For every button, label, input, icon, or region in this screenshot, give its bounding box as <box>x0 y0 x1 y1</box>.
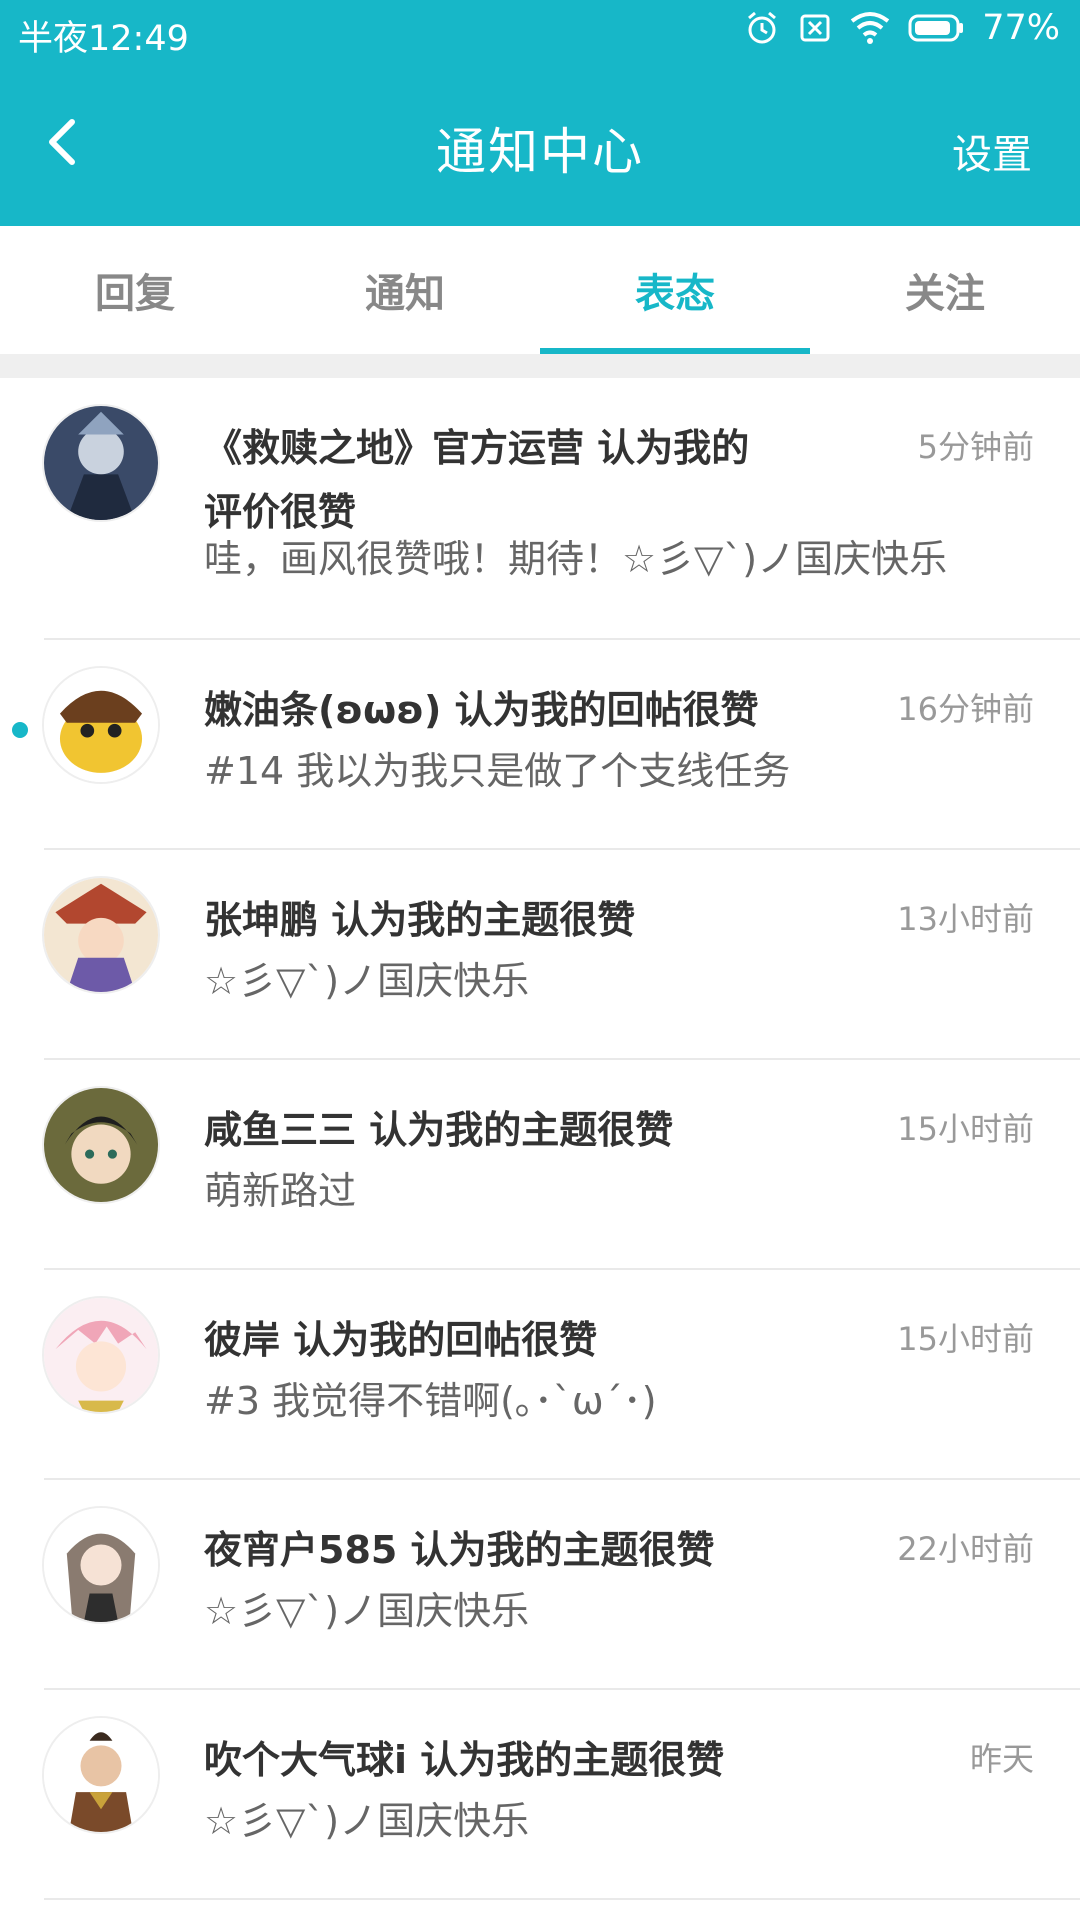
tab-notifications[interactable]: 通知 <box>270 226 540 354</box>
avatar[interactable] <box>42 404 160 522</box>
list-item[interactable]: 吹个大气球i 认为我的主题很赞 昨天 ☆彡▽`)ノ国庆快乐 <box>42 1690 1080 1900</box>
notification-time: 15小时前 <box>897 1320 1034 1358</box>
avatar[interactable] <box>42 1716 160 1834</box>
title-bar: 通知中心 设置 <box>0 86 1080 198</box>
settings-button[interactable]: 设置 <box>952 122 1032 180</box>
status-bar: 半夜12:49 77% <box>0 0 1080 60</box>
avatar[interactable] <box>42 1506 160 1624</box>
notification-headline: 《救赎之地》官方运营 认为我的评价很赞 <box>204 426 750 534</box>
notification-headline: 咸鱼三三 认为我的主题很赞 <box>204 1108 674 1152</box>
battery-icon <box>908 13 964 43</box>
notification-time: 昨天 <box>969 1740 1034 1778</box>
page-title: 通知中心 <box>436 123 644 181</box>
notification-content: #14 我以为我只是做了个支线任务 <box>204 749 791 793</box>
notification-headline: 吹个大气球i 认为我的主题很赞 <box>204 1738 725 1782</box>
avatar[interactable] <box>42 666 160 784</box>
avatar[interactable] <box>42 876 160 994</box>
tab-bar: 回复 通知 表态 关注 <box>0 226 1080 354</box>
list-item[interactable]: 咸鱼三三 认为我的主题很赞 15小时前 萌新路过 <box>42 1060 1080 1270</box>
notification-time: 13小时前 <box>897 900 1034 938</box>
notification-content: ☆彡▽`)ノ国庆快乐 <box>204 959 530 1003</box>
app-bar: 半夜12:49 77% 通知中心 设置 <box>0 0 1080 226</box>
status-icons: 77% <box>744 8 1060 48</box>
notification-headline: 夜宵户585 认为我的主题很赞 <box>204 1528 715 1572</box>
tab-replies[interactable]: 回复 <box>0 226 270 354</box>
notification-list: 《救赎之地》官方运营 认为我的评价很赞 5分钟前 哇，画风很赞哦！期待！☆彡▽`… <box>0 378 1080 1900</box>
notification-headline: 嫩油条(ʚωʚ) 认为我的回帖很赞 <box>204 688 759 732</box>
notification-time: 5分钟前 <box>917 428 1034 466</box>
notification-content: ☆彡▽`)ノ国庆快乐 <box>204 1589 530 1633</box>
list-item[interactable]: 《救赎之地》官方运营 认为我的评价很赞 5分钟前 哇，画风很赞哦！期待！☆彡▽`… <box>42 378 1080 640</box>
list-item[interactable]: 张坤鹏 认为我的主题很赞 13小时前 ☆彡▽`)ノ国庆快乐 <box>42 850 1080 1060</box>
unread-indicator <box>12 722 28 738</box>
avatar[interactable] <box>42 1086 160 1204</box>
list-item[interactable]: 嫩油条(ʚωʚ) 认为我的回帖很赞 16分钟前 #14 我以为我只是做了个支线任… <box>12 640 1080 850</box>
notification-content: 哇，画风很赞哦！期待！☆彡▽`)ノ国庆快乐 <box>204 537 948 581</box>
wifi-icon <box>850 11 890 45</box>
notification-content: #3 我觉得不错啊(｡･`ω´･) <box>204 1379 657 1423</box>
notification-time: 22小时前 <box>897 1530 1034 1568</box>
tab-reactions[interactable]: 表态 <box>540 226 810 354</box>
notification-content: ☆彡▽`)ノ国庆快乐 <box>204 1799 530 1843</box>
tab-follows[interactable]: 关注 <box>810 226 1080 354</box>
notification-time: 16分钟前 <box>897 690 1034 728</box>
section-divider <box>0 354 1080 378</box>
notification-time: 15小时前 <box>897 1110 1034 1148</box>
battery-level: 77% <box>982 8 1060 48</box>
list-item[interactable]: 彼岸 认为我的回帖很赞 15小时前 #3 我觉得不错啊(｡･`ω´･) <box>42 1270 1080 1480</box>
notification-content: 萌新路过 <box>204 1169 357 1213</box>
notification-headline: 彼岸 认为我的回帖很赞 <box>204 1318 598 1362</box>
list-item[interactable]: 夜宵户585 认为我的主题很赞 22小时前 ☆彡▽`)ノ国庆快乐 <box>42 1480 1080 1690</box>
alarm-icon <box>744 10 780 46</box>
avatar[interactable] <box>42 1296 160 1414</box>
notification-headline: 张坤鹏 认为我的主题很赞 <box>204 898 636 942</box>
no-sim-icon <box>798 11 832 45</box>
status-time: 半夜12:49 <box>18 19 189 59</box>
